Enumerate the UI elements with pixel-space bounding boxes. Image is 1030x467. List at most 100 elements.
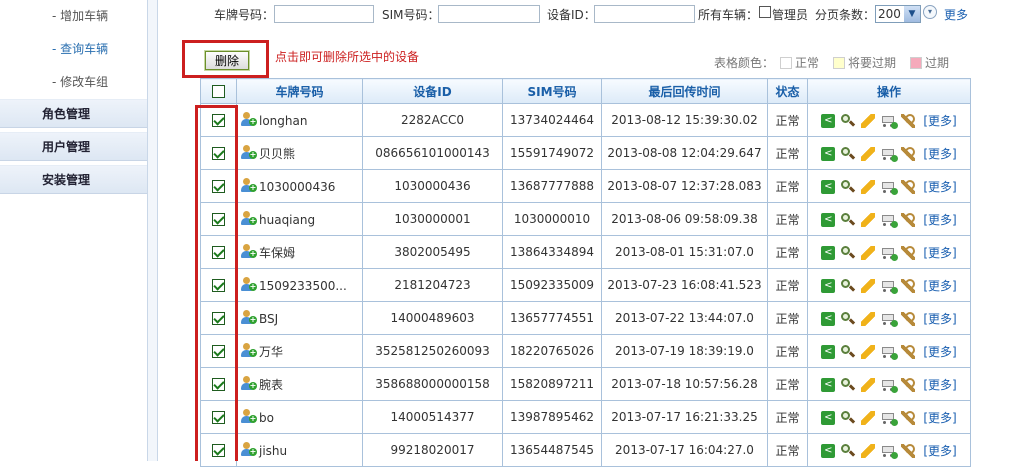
sidebar-section[interactable]: 角色管理 — [0, 99, 147, 128]
more-link[interactable]: [更多] — [923, 114, 956, 128]
locate-icon[interactable] — [841, 279, 856, 293]
admin-checkbox[interactable] — [759, 6, 771, 18]
locate-icon[interactable] — [841, 312, 856, 326]
locate-icon[interactable] — [841, 213, 856, 227]
locate-icon[interactable] — [841, 180, 856, 194]
sim-cell: 13987895462 — [502, 400, 602, 434]
expand-circle-icon[interactable]: ▾ — [923, 5, 937, 19]
wrench-icon[interactable] — [901, 213, 916, 227]
more-link[interactable]: [更多] — [923, 378, 956, 392]
wrench-icon[interactable] — [901, 114, 916, 128]
cart-add-icon[interactable] — [881, 246, 899, 261]
page-size-select[interactable]: 200 ▼ — [875, 5, 921, 23]
cart-add-icon[interactable] — [881, 147, 899, 162]
cart-add-icon[interactable] — [881, 345, 899, 360]
more-filters-link[interactable]: 更多 — [944, 6, 968, 23]
sim-cell: 13657774551 — [502, 301, 602, 335]
edit-icon[interactable] — [861, 279, 876, 293]
locate-icon[interactable] — [841, 114, 856, 128]
last-time-cell: 2013-07-18 10:57:56.28 — [601, 367, 768, 401]
header-sim[interactable]: SIM号码 — [502, 78, 602, 104]
device-id-input[interactable] — [594, 5, 695, 23]
sidebar-section[interactable]: 用户管理 — [0, 132, 147, 161]
sidebar-section[interactable]: 安装管理 — [0, 165, 147, 194]
user-head — [243, 310, 250, 317]
wrench-icon[interactable] — [901, 312, 916, 326]
share-icon[interactable]: < — [821, 246, 836, 260]
wrench-icon[interactable] — [901, 411, 916, 425]
locate-icon[interactable] — [841, 411, 856, 425]
status-cell: 正常 — [767, 202, 808, 236]
locate-icon[interactable] — [841, 345, 856, 359]
device-id-cell: 1030000001 — [362, 202, 503, 236]
share-icon[interactable]: < — [821, 345, 836, 359]
edit-icon[interactable] — [861, 147, 876, 161]
cart-add-icon[interactable] — [881, 378, 899, 393]
wrench-icon[interactable] — [901, 246, 916, 260]
header-plate[interactable]: 车牌号码 — [236, 78, 363, 104]
header-status[interactable]: 状态 — [767, 78, 808, 104]
delete-button[interactable]: 删除 — [204, 50, 250, 71]
edit-icon[interactable] — [861, 180, 876, 194]
edit-icon[interactable] — [861, 345, 876, 359]
legend-swatch-expired — [910, 57, 923, 69]
header-device-id[interactable]: 设备ID — [362, 78, 503, 104]
page-size-value: 200 — [878, 7, 901, 21]
plate-cell: + huaqiang — [236, 202, 363, 236]
user-head — [243, 144, 250, 152]
more-link[interactable]: [更多] — [923, 180, 956, 194]
sidebar-subitem[interactable]: - 修改车组 — [0, 66, 147, 99]
more-link[interactable]: [更多] — [923, 444, 956, 458]
user-head — [243, 409, 250, 416]
plus-badge: + — [249, 315, 257, 324]
select-all-checkbox[interactable] — [212, 85, 225, 98]
wrench-icon[interactable] — [901, 345, 916, 359]
plus-badge: + — [249, 248, 257, 258]
wrench-icon[interactable] — [901, 147, 916, 161]
share-icon[interactable]: < — [821, 213, 836, 227]
sidebar-subitem[interactable]: - 查询车辆 — [0, 33, 147, 66]
more-link[interactable]: [更多] — [923, 213, 956, 227]
plate-input[interactable] — [274, 5, 374, 23]
more-link[interactable]: [更多] — [923, 147, 956, 161]
wrench-icon[interactable] — [901, 444, 916, 458]
share-icon[interactable]: < — [821, 147, 836, 161]
wrench-icon[interactable] — [901, 180, 916, 194]
wrench-icon[interactable] — [901, 378, 916, 392]
share-icon[interactable]: < — [821, 378, 836, 392]
more-link[interactable]: [更多] — [923, 411, 956, 425]
cart-add-icon[interactable] — [881, 213, 899, 228]
edit-icon[interactable] — [861, 312, 876, 326]
sidebar-subitem[interactable]: - 增加车辆 — [0, 0, 147, 33]
locate-icon[interactable] — [841, 444, 856, 458]
more-link[interactable]: [更多] — [923, 246, 956, 260]
edit-icon[interactable] — [861, 246, 876, 260]
locate-icon[interactable] — [841, 246, 856, 260]
share-icon[interactable]: < — [821, 411, 836, 425]
sim-input[interactable] — [438, 5, 540, 23]
cart-add-icon[interactable] — [881, 114, 899, 129]
edit-icon[interactable] — [861, 444, 876, 458]
header-last-time[interactable]: 最后回传时间 — [601, 78, 768, 104]
share-icon[interactable]: < — [821, 279, 836, 293]
locate-icon[interactable] — [841, 378, 856, 392]
edit-icon[interactable] — [861, 213, 876, 227]
share-icon[interactable]: < — [821, 444, 836, 458]
more-link[interactable]: [更多] — [923, 279, 956, 293]
locate-icon[interactable] — [841, 147, 856, 161]
edit-icon[interactable] — [861, 378, 876, 392]
wrench-icon[interactable] — [901, 279, 916, 293]
share-icon[interactable]: < — [821, 114, 836, 128]
more-link[interactable]: [更多] — [923, 312, 956, 326]
more-link[interactable]: [更多] — [923, 345, 956, 359]
edit-icon[interactable] — [861, 114, 876, 128]
cart-add-icon[interactable] — [881, 312, 899, 327]
device-id-cell: 1030000436 — [362, 169, 503, 203]
cart-add-icon[interactable] — [881, 411, 899, 426]
cart-add-icon[interactable] — [881, 180, 899, 195]
share-icon[interactable]: < — [821, 180, 836, 194]
edit-icon[interactable] — [861, 411, 876, 425]
share-icon[interactable]: < — [821, 312, 836, 326]
cart-add-icon[interactable] — [881, 444, 899, 459]
cart-add-icon[interactable] — [881, 279, 899, 294]
